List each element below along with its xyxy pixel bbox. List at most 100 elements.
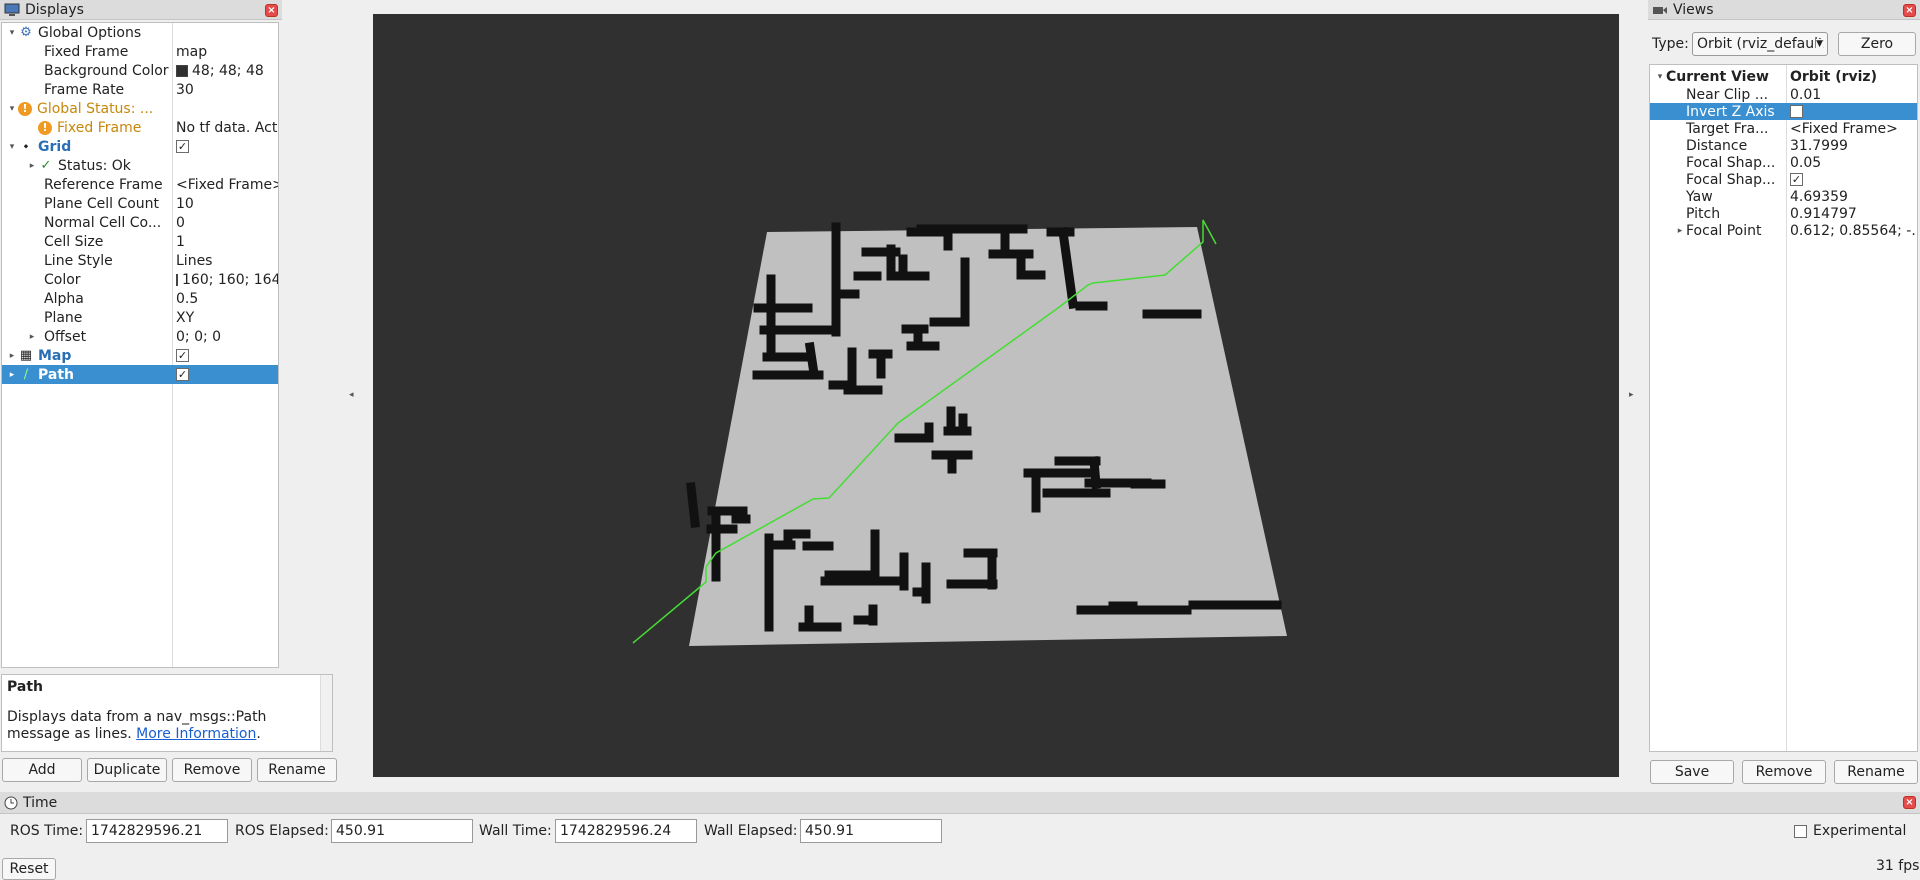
enable-checkbox[interactable]: ✓ xyxy=(176,349,189,362)
display-row[interactable]: Line Style Lines xyxy=(2,251,278,270)
display-row[interactable]: ▾ ⬩ Grid ✓ xyxy=(2,137,278,156)
display-row-value[interactable]: 30 xyxy=(176,82,194,98)
view-property-row[interactable]: Focal Shap... 0.05 xyxy=(1650,154,1917,171)
display-row[interactable]: Plane XY xyxy=(2,308,278,327)
expand-arrow-icon[interactable]: ▾ xyxy=(6,28,18,38)
ros-time-label: ROS Time: xyxy=(10,823,84,839)
view-property-row[interactable]: Focal Shap... ✓ xyxy=(1650,171,1917,188)
view-property-row[interactable]: ▸ Focal Point 0.612; 0.85564; -... xyxy=(1650,222,1917,239)
warning-icon: ! xyxy=(18,101,32,116)
remove-view-button[interactable]: Remove xyxy=(1742,760,1826,784)
view-property-value[interactable]: 4.69359 xyxy=(1790,189,1848,205)
display-row[interactable]: Background Color 48; 48; 48 xyxy=(2,61,278,80)
display-row[interactable]: Color 160; 160; 164 xyxy=(2,270,278,289)
more-information-link[interactable]: More Information xyxy=(136,726,256,742)
display-row[interactable]: ▾ ⚙ Global Options xyxy=(2,23,278,42)
display-row[interactable]: Fixed Frame map xyxy=(2,42,278,61)
close-icon[interactable]: × xyxy=(1903,4,1916,17)
save-view-button[interactable]: Save xyxy=(1650,760,1734,784)
rename-display-button[interactable]: Rename xyxy=(257,758,337,782)
display-row-value[interactable]: map xyxy=(176,44,207,60)
display-row-value[interactable]: 0.5 xyxy=(176,291,198,307)
view-property-value[interactable]: 0.01 xyxy=(1790,87,1821,103)
view-property-label: Focal Point xyxy=(1686,222,1762,239)
view-property-value[interactable]: 0.914797 xyxy=(1790,206,1857,222)
close-icon[interactable]: × xyxy=(1903,796,1916,809)
view-property-row[interactable]: Distance 31.7999 xyxy=(1650,137,1917,154)
collapse-arrow-icon[interactable]: ▸ xyxy=(1674,226,1686,236)
collapse-arrow-icon[interactable]: ▸ xyxy=(6,351,18,361)
wall-time-field[interactable]: 1742829596.24 xyxy=(555,819,697,843)
expand-arrow-icon[interactable]: ▾ xyxy=(6,142,18,152)
display-row[interactable]: ! Fixed Frame No tf data. Actual err... xyxy=(2,118,278,137)
map-scene xyxy=(632,219,1287,646)
collapse-arrow-icon[interactable]: ▸ xyxy=(26,332,38,342)
views-titlebar: Views × xyxy=(1648,0,1920,20)
display-row-value[interactable]: 10 xyxy=(176,196,194,212)
collapse-arrow-icon[interactable]: ▸ xyxy=(6,370,18,380)
display-row[interactable]: ▸ ∕ Path ✓ xyxy=(2,365,278,384)
display-row-value[interactable]: 48; 48; 48 xyxy=(192,63,264,79)
add-button[interactable]: Add xyxy=(2,758,82,782)
view-property-row[interactable]: Near Clip ... 0.01 xyxy=(1650,86,1917,103)
collapse-right-handle[interactable]: ▸ xyxy=(1629,390,1634,400)
view-property-value[interactable]: 0.612; 0.85564; -... xyxy=(1790,223,1917,239)
enable-checkbox[interactable]: ✓ xyxy=(176,368,189,381)
ros-elapsed-field[interactable]: 450.91 xyxy=(331,819,473,843)
view-checkbox[interactable]: ✓ xyxy=(1790,173,1803,186)
view-property-row[interactable]: Invert Z Axis xyxy=(1650,103,1917,120)
remove-display-button[interactable]: Remove xyxy=(172,758,252,782)
display-row-value[interactable]: <Fixed Frame> xyxy=(176,177,278,193)
display-row[interactable]: Frame Rate 30 xyxy=(2,80,278,99)
display-row-value[interactable]: 0; 0; 0 xyxy=(176,329,221,345)
display-row[interactable]: ▸ ▦ Map ✓ xyxy=(2,346,278,365)
display-row[interactable]: Reference Frame <Fixed Frame> xyxy=(2,175,278,194)
view-property-value[interactable]: 0.05 xyxy=(1790,155,1821,171)
color-swatch[interactable] xyxy=(176,273,178,286)
display-row-value[interactable]: No tf data. Actual err... xyxy=(176,120,278,136)
view-property-row[interactable]: Yaw 4.69359 xyxy=(1650,188,1917,205)
color-swatch[interactable] xyxy=(176,64,188,77)
help-scrollbar[interactable] xyxy=(320,675,332,751)
display-row-value[interactable]: 0 xyxy=(176,215,185,231)
collapse-arrow-icon[interactable]: ▸ xyxy=(26,161,38,171)
expand-arrow-icon[interactable]: ▾ xyxy=(6,104,18,114)
view-property-row[interactable]: Pitch 0.914797 xyxy=(1650,205,1917,222)
display-row[interactable]: Normal Cell Co... 0 xyxy=(2,213,278,232)
display-row-value[interactable]: Lines xyxy=(176,253,212,269)
view-checkbox[interactable] xyxy=(1790,105,1803,118)
view-property-value[interactable]: 31.7999 xyxy=(1790,138,1848,154)
render-viewport[interactable] xyxy=(373,14,1619,777)
display-row[interactable]: Cell Size 1 xyxy=(2,232,278,251)
view-property-value[interactable]: <Fixed Frame> xyxy=(1790,121,1898,137)
wall-elapsed-field[interactable]: 450.91 xyxy=(800,819,942,843)
views-title: Views xyxy=(1673,1,1714,18)
display-row[interactable]: ▸ ✓ Status: Ok xyxy=(2,156,278,175)
expand-arrow-icon[interactable]: ▾ xyxy=(1654,72,1666,82)
display-row[interactable]: Alpha 0.5 xyxy=(2,289,278,308)
current-view-row[interactable]: ▾ Current View Orbit (rviz) xyxy=(1650,67,1917,86)
view-property-row[interactable]: Target Fra... <Fixed Frame> xyxy=(1650,120,1917,137)
view-type-dropdown[interactable]: Orbit (rviz_default ▼ xyxy=(1692,32,1828,56)
display-row-value[interactable]: XY xyxy=(176,310,194,326)
help-box: Path Displays data from a nav_msgs::Path… xyxy=(1,674,333,752)
display-row-value[interactable]: 160; 160; 164 xyxy=(182,272,278,288)
zero-button[interactable]: Zero xyxy=(1838,32,1916,56)
display-row[interactable]: ▾! Global Status: ... xyxy=(2,99,278,118)
experimental-checkbox[interactable] xyxy=(1794,825,1807,838)
display-row-label: Grid xyxy=(38,138,72,155)
wall-time-label: Wall Time: xyxy=(479,823,552,839)
display-row[interactable]: ▸ Offset 0; 0; 0 xyxy=(2,327,278,346)
ros-time-field[interactable]: 1742829596.21 xyxy=(86,819,228,843)
reset-button[interactable]: Reset xyxy=(2,858,56,880)
monitor-icon xyxy=(4,3,20,16)
duplicate-button[interactable]: Duplicate xyxy=(87,758,167,782)
collapse-left-handle[interactable]: ◂ xyxy=(349,390,354,400)
close-icon[interactable]: × xyxy=(265,4,278,17)
display-row[interactable]: Plane Cell Count 10 xyxy=(2,194,278,213)
help-period: . xyxy=(256,726,261,742)
display-row-value[interactable]: 1 xyxy=(176,234,185,250)
enable-checkbox[interactable]: ✓ xyxy=(176,140,189,153)
grid-icon: ⬩ xyxy=(23,139,29,154)
rename-view-button[interactable]: Rename xyxy=(1834,760,1918,784)
